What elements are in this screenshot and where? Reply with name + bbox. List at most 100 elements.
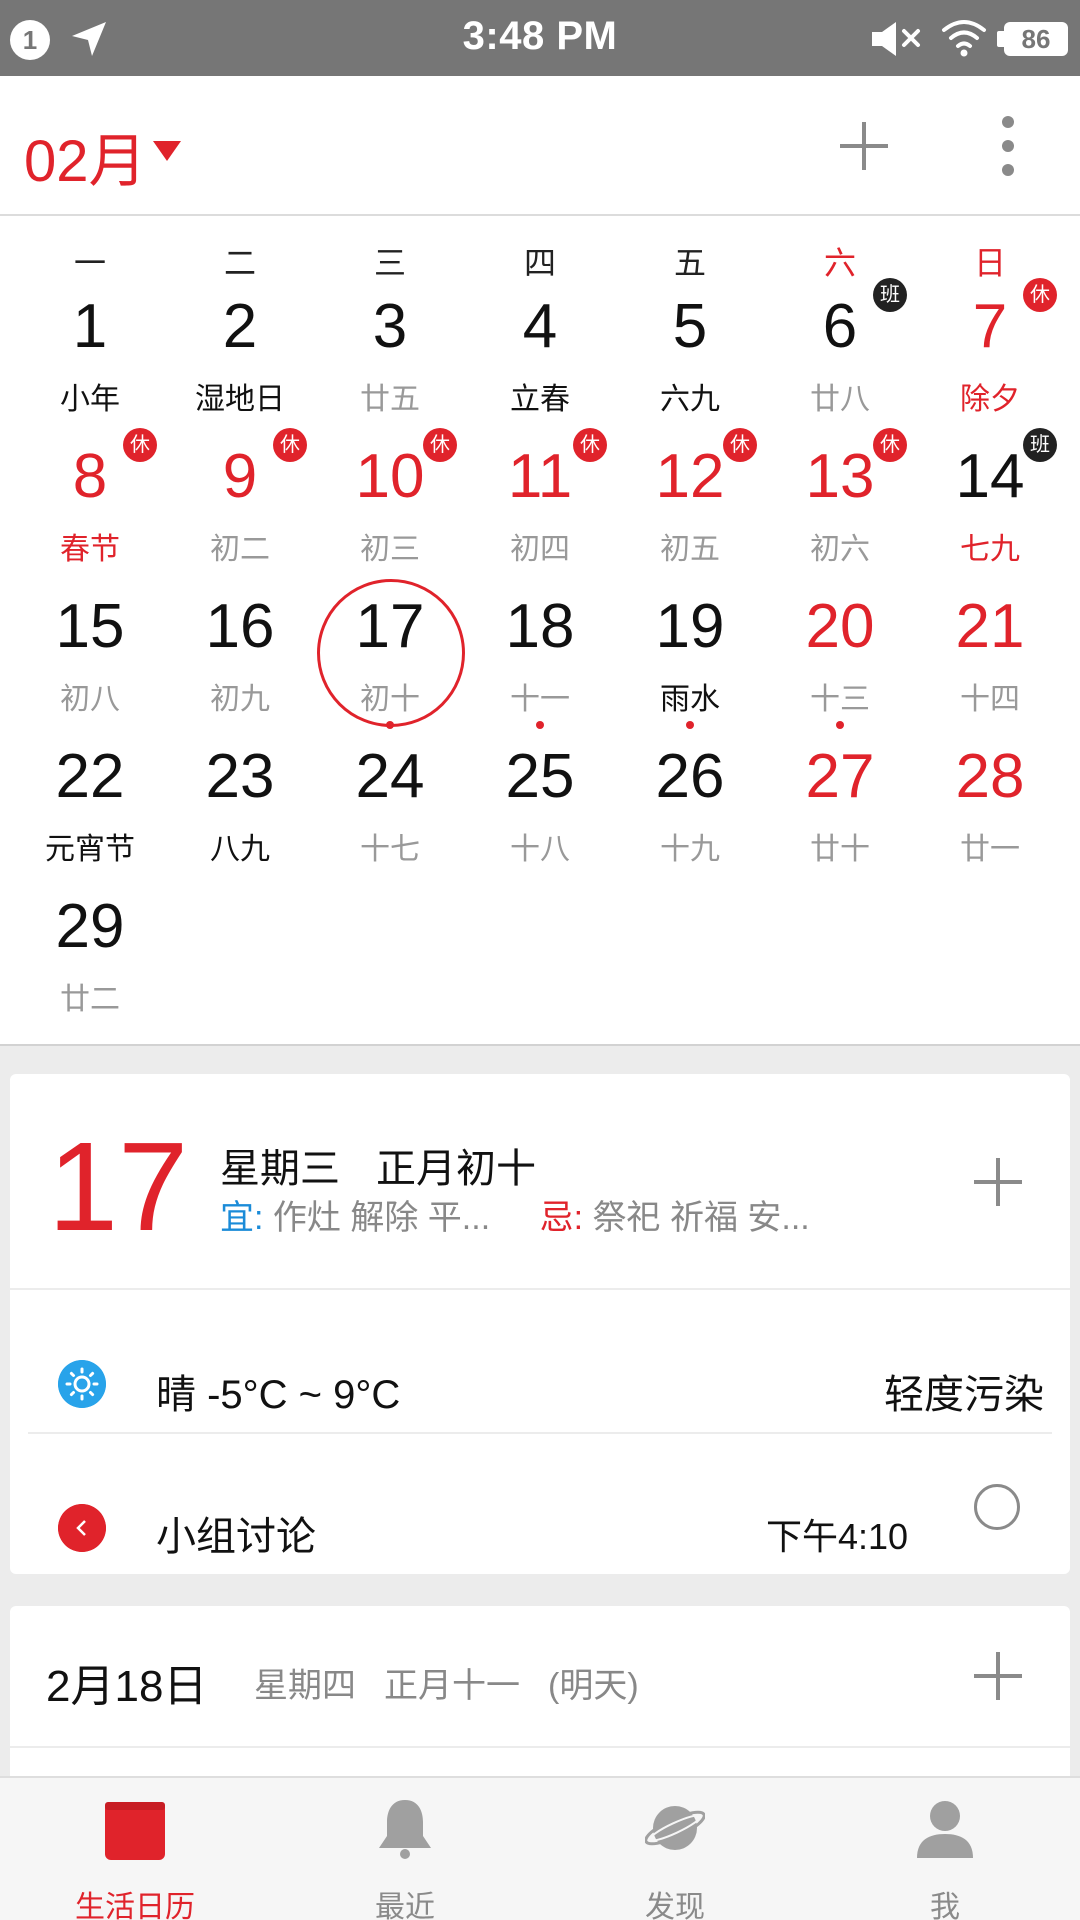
status-bar: 1 3:48 PM 86 <box>0 0 1080 76</box>
calendar-day[interactable]: 1 小年 <box>15 284 165 434</box>
day-number: 16 <box>205 592 275 661</box>
day-lunar: 廿二 <box>60 983 120 1016</box>
day-lunar: 廿八 <box>810 383 870 416</box>
day-lunar: 元宵节 <box>45 833 135 866</box>
almanac-summary[interactable]: 宜: 作灶 解除 平... 忌: 祭祀 祈福 安... <box>220 1190 810 1239</box>
lunar-date-text: 正月初十 <box>376 1147 536 1191</box>
calendar-day[interactable]: 24 十七 <box>315 734 465 884</box>
calendar-day[interactable]: 12 初五 休 <box>615 428 765 584</box>
day-lunar: 雨水 <box>660 683 720 716</box>
sun-icon <box>58 1360 106 1408</box>
day-lunar: 湿地日 <box>195 383 285 416</box>
calendar-day[interactable]: 14 七九 班 <box>915 428 1065 584</box>
day-number: 18 <box>505 592 575 661</box>
calendar-day[interactable]: 23 八九 <box>165 734 315 884</box>
battery-indicator: 86 <box>997 22 1068 56</box>
calendar-day[interactable]: 15 初八 <box>15 584 165 734</box>
calendar-day-selected[interactable]: 17 初十 <box>315 584 465 734</box>
month-calendar: 一 二 三 四 五 六 日 1 小年 2 湿地日 3 廿五 4 立春 5 六九 … <box>0 216 1080 1046</box>
day-lunar: 廿一 <box>960 833 1020 866</box>
event-dot <box>836 721 844 729</box>
day-lunar: 初十 <box>360 683 420 716</box>
calendar-day[interactable]: 4 立春 <box>465 284 615 434</box>
add-event-icon[interactable] <box>972 1650 1024 1702</box>
event-type-icon <box>58 1504 106 1552</box>
calendar-day[interactable]: 2 湿地日 <box>165 284 315 434</box>
user-icon <box>917 1801 973 1858</box>
day-number: 3 <box>372 292 408 361</box>
day-number: 1 <box>72 292 108 361</box>
day-lunar: 小年 <box>60 383 120 416</box>
calendar-day[interactable]: 29 廿二 <box>15 884 165 1034</box>
event-title[interactable]: 小组讨论 <box>156 1504 316 1562</box>
day-number: 23 <box>205 742 275 811</box>
day-lunar: 初三 <box>360 533 420 566</box>
day-lunar: 七九 <box>960 533 1020 566</box>
divider <box>10 1288 1070 1290</box>
holiday-badge: 休 <box>273 428 307 462</box>
next-day-relative: (明天) <box>548 1667 639 1705</box>
calendar-day[interactable]: 13 初六 休 <box>765 428 915 584</box>
holiday-badge: 休 <box>1023 278 1057 312</box>
air-quality-text: 轻度污染 <box>884 1373 1044 1417</box>
calendar-day[interactable]: 25 十八 <box>465 734 615 884</box>
yi-text: 作灶 解除 平... <box>272 1199 491 1237</box>
event-dot <box>536 721 544 729</box>
bottom-tab-bar: 生活日历 最近 发现 我 <box>0 1776 1080 1920</box>
day-number: 5 <box>672 292 708 361</box>
calendar-day[interactable]: 18 十一 <box>465 584 615 734</box>
next-day-lunar: 正月十一 <box>384 1667 520 1705</box>
calendar-day[interactable]: 6 廿八 班 <box>765 278 915 434</box>
add-event-icon[interactable] <box>972 1156 1024 1208</box>
mute-icon <box>872 22 920 56</box>
tab-label: 发现 <box>645 1891 705 1920</box>
calendar-day[interactable]: 7 除夕 休 <box>915 278 1065 434</box>
calendar-icon <box>105 1802 165 1860</box>
calendar-day[interactable]: 26 十九 <box>615 734 765 884</box>
more-vertical-icon[interactable] <box>990 114 1026 178</box>
add-icon[interactable] <box>834 116 894 176</box>
tab-label: 我 <box>930 1891 960 1920</box>
workday-badge: 班 <box>1023 428 1057 462</box>
calendar-day[interactable]: 8 春节 休 <box>15 428 165 584</box>
selected-day-number: 17 <box>48 1116 189 1257</box>
day-number: 24 <box>355 742 425 811</box>
calendar-day[interactable]: 20 十三 <box>765 584 915 734</box>
calendar-day[interactable]: 9 初二 休 <box>165 428 315 584</box>
holiday-badge: 休 <box>123 428 157 462</box>
calendar-day[interactable]: 21 十四 <box>915 584 1065 734</box>
day-lunar: 初六 <box>810 533 870 566</box>
calendar-day[interactable]: 28 廿一 <box>915 734 1065 884</box>
day-lunar: 十八 <box>510 833 570 866</box>
month-label: 02月 <box>24 129 147 194</box>
calendar-day[interactable]: 10 初三 休 <box>315 428 465 584</box>
calendar-day[interactable]: 27 廿十 <box>765 734 915 884</box>
tab-me[interactable]: 我 <box>810 1778 1080 1920</box>
day-number: 15 <box>55 592 125 661</box>
tab-discover[interactable]: 发现 <box>540 1778 810 1920</box>
calendar-day[interactable]: 19 雨水 <box>615 584 765 734</box>
day-lunar: 十三 <box>810 683 870 716</box>
day-number: 22 <box>55 742 125 811</box>
day-lunar: 十一 <box>510 683 570 716</box>
day-lunar: 廿十 <box>810 833 870 866</box>
day-info: 星期三 正月初十 <box>220 1136 572 1194</box>
calendar-day[interactable]: 5 六九 <box>615 284 765 434</box>
month-selector[interactable]: 02月 <box>24 114 181 198</box>
tab-recent[interactable]: 最近 <box>270 1778 540 1920</box>
day-number: 20 <box>805 592 875 661</box>
day-lunar: 十九 <box>660 833 720 866</box>
next-day-card[interactable]: 2月18日 星期四 正月十一 (明天) <box>10 1606 1070 1786</box>
calendar-day[interactable]: 16 初九 <box>165 584 315 734</box>
tab-label: 生活日历 <box>75 1891 195 1920</box>
holiday-badge: 休 <box>573 428 607 462</box>
next-day-weekday: 星期四 <box>254 1667 356 1705</box>
tab-life-calendar[interactable]: 生活日历 <box>0 1778 270 1920</box>
event-complete-checkbox[interactable] <box>974 1484 1020 1530</box>
event-time: 下午4:10 <box>766 1516 909 1557</box>
day-lunar: 初二 <box>210 533 270 566</box>
day-number: 4 <box>522 292 558 361</box>
calendar-day[interactable]: 11 初四 休 <box>465 428 615 584</box>
calendar-day[interactable]: 3 廿五 <box>315 284 465 434</box>
calendar-day[interactable]: 22 元宵节 <box>15 734 165 884</box>
